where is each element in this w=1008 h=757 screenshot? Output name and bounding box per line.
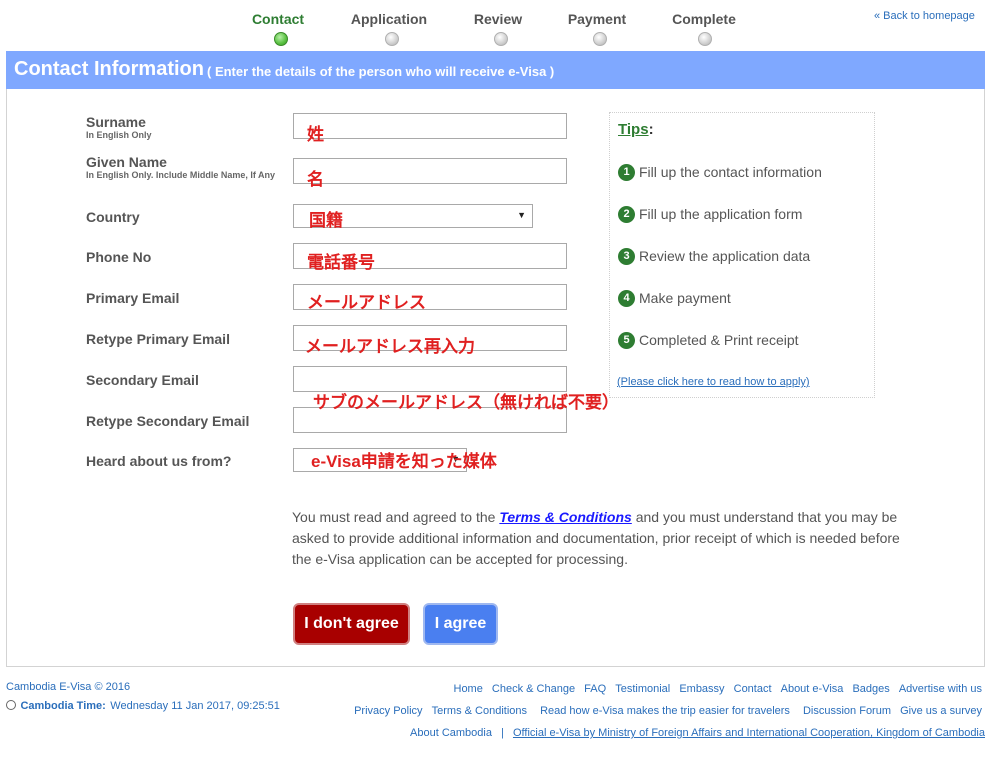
clock-icon (6, 700, 16, 710)
footer-link-read-how[interactable]: Read how e-Visa makes the trip easier fo… (540, 705, 790, 717)
terms-link[interactable]: Terms & Conditions (499, 509, 632, 525)
retype-secondary-email-label: Retype Secondary Email (86, 413, 250, 429)
footer-link-forum[interactable]: Discussion Forum (803, 705, 891, 717)
step-application: Application (350, 11, 428, 27)
step-3-icon: 3 (618, 248, 635, 265)
step-review: Review (473, 11, 523, 27)
section-subtitle: ( Enter the details of the person who wi… (207, 64, 555, 79)
tips-heading: Tips: (618, 121, 654, 139)
tips-colon: : (648, 121, 654, 138)
phone-label: Phone No (86, 249, 152, 265)
terms-text-before: You must read and agreed to the (292, 509, 500, 525)
footer-links-row-2: Privacy Policy Terms & Conditions Read h… (348, 705, 982, 717)
terms-paragraph: You must read and agreed to the Terms & … (292, 507, 902, 570)
given-name-annotation: 名 (307, 170, 324, 189)
time-label: Cambodia Time: (20, 700, 106, 712)
footer-link-contact[interactable]: Contact (734, 683, 772, 695)
agree-button[interactable]: I agree (423, 603, 498, 645)
tip-5-text: Completed & Print receipt (639, 332, 799, 348)
country-annotation: 国籍 (309, 211, 343, 230)
step-review-indicator (494, 32, 508, 46)
footer-link-about-evisa[interactable]: About e-Visa (781, 683, 844, 695)
footer-link-check-change[interactable]: Check & Change (492, 683, 575, 695)
surname-hint: In English Only (86, 130, 152, 140)
back-to-homepage-link[interactable]: « Back to homepage (874, 10, 975, 22)
step-payment-indicator (593, 32, 607, 46)
step-payment: Payment (567, 11, 627, 27)
step-application-indicator (385, 32, 399, 46)
tip-4-text: Make payment (639, 290, 731, 306)
step-contact: Contact (251, 11, 305, 27)
heard-about-annotation: e-Visa申請を知った媒体 (311, 452, 497, 471)
surname-label: Surname (86, 114, 146, 130)
footer-link-faq[interactable]: FAQ (584, 683, 606, 695)
country-label: Country (86, 209, 140, 225)
given-name-input[interactable] (293, 158, 567, 184)
footer-link-advertise[interactable]: Advertise with us (899, 683, 982, 695)
section-title: Contact Information (14, 58, 204, 80)
tip-3-text: Review the application data (639, 248, 811, 264)
primary-email-label: Primary Email (86, 290, 180, 306)
retype-primary-email-annotation: メールアドレス再入力 (305, 337, 475, 356)
given-name-hint: In English Only. Include Middle Name, If… (86, 170, 276, 180)
how-to-apply-link[interactable]: (Please click here to read how to apply) (617, 376, 810, 388)
step-complete: Complete (672, 11, 736, 27)
step-5-icon: 5 (618, 332, 635, 349)
footer-link-testimonial[interactable]: Testimonial (615, 683, 670, 695)
retype-primary-email-label: Retype Primary Email (86, 331, 230, 347)
footer-link-badges[interactable]: Badges (852, 683, 889, 695)
phone-annotation: 電話番号 (307, 253, 375, 272)
footer-link-embassy[interactable]: Embassy (679, 683, 724, 695)
step-complete-indicator (698, 32, 712, 46)
time-value: Wednesday 11 Jan 2017, 09:25:51 (110, 700, 280, 712)
step-1-icon: 1 (618, 164, 635, 181)
tips-title: Tips (618, 121, 649, 138)
surname-input[interactable] (293, 113, 567, 139)
footer-link-terms[interactable]: Terms & Conditions (432, 705, 527, 717)
copyright: Cambodia E-Visa © 2016 (6, 681, 131, 693)
footer-link-home[interactable]: Home (454, 683, 483, 695)
given-name-label: Given Name (86, 154, 167, 170)
tip-1-text: Fill up the contact information (639, 164, 822, 180)
footer-links-row-3: About Cambodia | Official e-Visa by Mini… (410, 727, 985, 739)
step-contact-indicator (274, 32, 288, 46)
footer-link-official[interactable]: Official e-Visa by Ministry of Foreign A… (513, 727, 985, 739)
server-time: Cambodia Time: Wednesday 11 Jan 2017, 09… (6, 696, 280, 714)
chevron-down-icon: ▼ (517, 210, 526, 220)
primary-email-annotation: メールアドレス (307, 293, 426, 312)
tip-2-text: Fill up the application form (639, 206, 803, 222)
heard-about-label: Heard about us from? (86, 453, 232, 469)
footer-links-row-1: Home Check & Change FAQ Testimonial Emba… (448, 683, 983, 695)
footer-divider: | (501, 727, 504, 739)
footer-link-about-cambodia[interactable]: About Cambodia (410, 727, 492, 739)
disagree-button[interactable]: I don't agree (293, 603, 410, 645)
footer-link-survey[interactable]: Give us a survey (900, 705, 982, 717)
footer-link-privacy[interactable]: Privacy Policy (354, 705, 422, 717)
secondary-email-label: Secondary Email (86, 372, 199, 388)
step-4-icon: 4 (618, 290, 635, 307)
secondary-email-annotation: サブのメールアドレス（無ければ不要） (313, 393, 619, 412)
surname-annotation: 姓 (307, 125, 324, 144)
step-2-icon: 2 (618, 206, 635, 223)
